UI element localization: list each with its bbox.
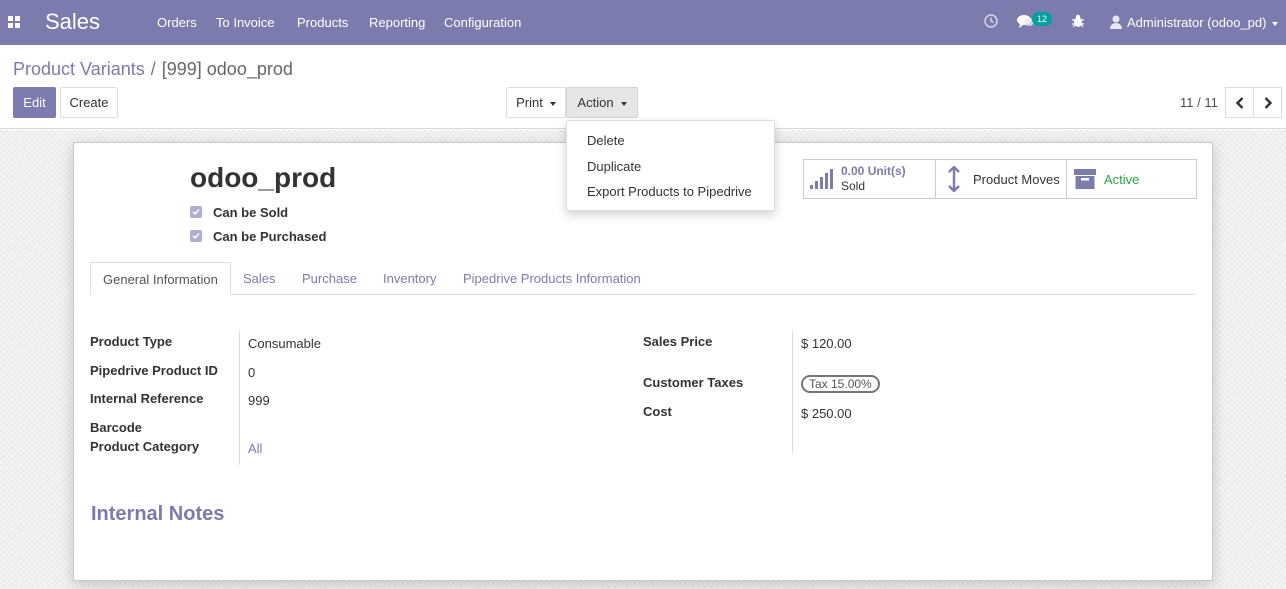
menu-item-export-to-pipedrive[interactable]: Export Products to Pipedrive — [587, 184, 752, 199]
product-name: odoo_prod — [190, 162, 337, 193]
sales-price-value: $ 120.00 — [801, 336, 852, 351]
menu-configuration[interactable]: Configuration — [444, 15, 521, 30]
control-panel: Product Variants / [999] odoo_prod Edit Cr… — [0, 45, 1286, 129]
field-separator — [239, 331, 240, 465]
user-avatar-icon — [1110, 15, 1122, 29]
archive-box-icon — [1074, 169, 1096, 189]
apps-menu-icon[interactable] — [8, 16, 20, 28]
app-title: Sales — [45, 9, 101, 34]
customer-taxes-label: Customer Taxes — [643, 375, 744, 390]
action-button[interactable]: Action — [566, 87, 638, 118]
pager-previous-button[interactable] — [1225, 87, 1254, 118]
tab-pipedrive-products-information[interactable]: Pipedrive Products Information — [451, 262, 653, 295]
action-button-label: Action — [577, 95, 614, 110]
user-name: Administrator (odoo_pd) — [1127, 15, 1267, 30]
pipedrive-product-id-label: Pipedrive Product ID — [90, 363, 218, 378]
cost-label: Cost — [643, 404, 672, 419]
chevron-down-icon — [620, 101, 627, 106]
pipedrive-product-id-value: 0 — [248, 365, 256, 380]
activity-clock-icon[interactable] — [984, 14, 998, 31]
can-be-purchased-label: Can be Purchased — [213, 229, 327, 244]
action-dropdown-menu: Delete Duplicate Export Products to Pipe… — [566, 120, 775, 211]
checkmark-icon — [192, 208, 200, 216]
pager-next-button[interactable] — [1253, 87, 1282, 118]
print-button-label: Print — [516, 95, 543, 110]
internal-reference-value: 999 — [248, 393, 270, 408]
cost-value: $ 250.00 — [801, 406, 852, 421]
up-down-arrows-icon — [948, 166, 960, 192]
internal-reference-label: Internal Reference — [90, 391, 204, 406]
chevron-right-icon — [1264, 97, 1273, 109]
menu-products[interactable]: Products — [297, 15, 348, 30]
pager-value[interactable]: 11 / 11 — [1180, 95, 1218, 110]
product-moves-smart-button[interactable]: Product Moves — [935, 160, 1066, 198]
create-button[interactable]: Create — [60, 87, 118, 118]
tab-inventory[interactable]: Inventory — [371, 262, 448, 295]
product-category-link[interactable]: All — [248, 441, 262, 456]
menu-reporting[interactable]: Reporting — [369, 15, 425, 30]
active-label: Active — [1104, 172, 1140, 187]
customer-tax-tag: Tax 15.00% — [801, 375, 880, 393]
product-moves-label: Product Moves — [973, 172, 1060, 187]
breadcrumb-separator: / — [150, 59, 156, 79]
top-navbar: Sales Orders To Invoice Products Reporti… — [0, 0, 1286, 45]
menu-item-delete[interactable]: Delete — [587, 133, 625, 148]
sold-value: 0.00 Unit(s) — [841, 164, 906, 178]
breadcrumb-current: [999] odoo_prod — [161, 59, 293, 79]
chevron-left-icon — [1235, 97, 1244, 109]
product-type-label: Product Type — [90, 334, 173, 349]
signal-bars-icon — [810, 169, 833, 189]
edit-button[interactable]: Edit — [13, 87, 56, 118]
sold-label: Sold — [841, 179, 866, 193]
product-category-label: Product Category — [90, 439, 200, 454]
internal-notes-title: Internal Notes — [91, 503, 225, 525]
message-count-badge: 12 — [1032, 12, 1052, 26]
menu-to-invoice[interactable]: To Invoice — [216, 15, 275, 30]
menu-item-duplicate[interactable]: Duplicate — [587, 159, 641, 174]
can-be-sold-label: Can be Sold — [213, 205, 289, 220]
product-type-value: Consumable — [248, 336, 321, 351]
sales-price-label: Sales Price — [643, 334, 713, 349]
checkmark-icon — [192, 232, 200, 240]
tab-purchase[interactable]: Purchase — [290, 262, 369, 295]
barcode-label: Barcode — [90, 420, 143, 435]
breadcrumb: Product Variants / [999] odoo_prod — [13, 59, 293, 80]
active-toggle-button[interactable]: Active — [1066, 160, 1197, 198]
can-be-sold-checkbox[interactable] — [190, 206, 202, 218]
tab-sales[interactable]: Sales — [231, 262, 288, 295]
menu-orders[interactable]: Orders — [157, 15, 197, 30]
smart-button-box: 0.00 Unit(s) Sold Product Moves Active — [803, 159, 1197, 199]
chevron-down-icon — [1272, 21, 1279, 26]
tab-general-information[interactable]: General Information — [90, 262, 231, 295]
field-separator — [792, 331, 793, 453]
print-button[interactable]: Print — [506, 87, 566, 118]
breadcrumb-product-variants[interactable]: Product Variants — [13, 59, 145, 79]
sold-smart-button[interactable]: 0.00 Unit(s) Sold — [804, 160, 935, 198]
user-menu[interactable]: Administrator (odoo_pd) — [1110, 15, 1279, 30]
can-be-purchased-checkbox[interactable] — [190, 230, 202, 242]
debug-bug-icon[interactable] — [1071, 14, 1085, 31]
chevron-down-icon — [549, 101, 556, 106]
